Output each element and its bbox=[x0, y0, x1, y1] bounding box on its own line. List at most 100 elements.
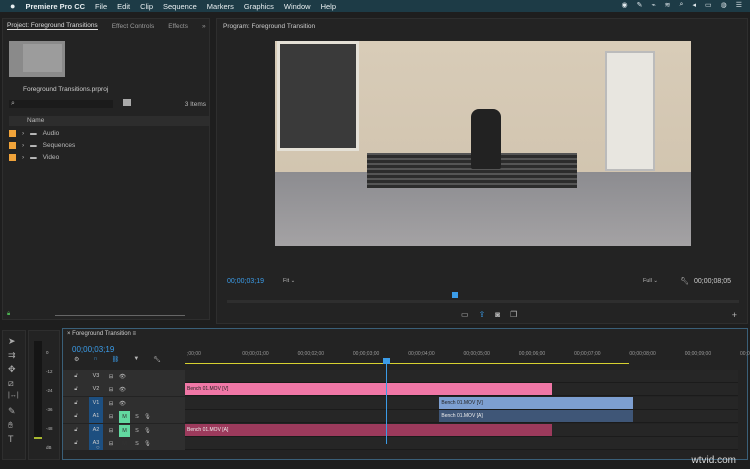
menu-help[interactable]: Help bbox=[321, 2, 336, 11]
lock-icon[interactable]: 🔓︎ bbox=[63, 386, 89, 393]
sync-lock-icon[interactable]: ⊟ bbox=[103, 414, 119, 420]
track-header-a1: 🔓︎ A1 ⊟ M S 🎙︎ bbox=[63, 410, 185, 423]
project-thumbnail bbox=[9, 41, 65, 77]
tab-effect-controls[interactable]: Effect Controls bbox=[112, 23, 155, 30]
menu-bar: ● Premiere Pro CC File Edit Clip Sequenc… bbox=[0, 0, 750, 12]
selection-tool-icon[interactable]: ➤ bbox=[8, 336, 16, 347]
lock-icon[interactable]: 🔓︎ bbox=[63, 440, 89, 447]
add-button[interactable]: + bbox=[732, 310, 737, 320]
menu-graphics[interactable]: Graphics bbox=[244, 2, 274, 11]
new-bin-icon[interactable] bbox=[123, 99, 131, 106]
add-marker-icon[interactable]: ▼ bbox=[133, 356, 139, 363]
notification-icon[interactable]: ☰ bbox=[736, 1, 742, 9]
sync-lock-icon[interactable]: ⊟ bbox=[103, 401, 119, 407]
menu-markers[interactable]: Markers bbox=[207, 2, 234, 11]
solo-button[interactable]: S bbox=[130, 414, 144, 420]
track-target-toggle[interactable]: A2 bbox=[89, 424, 103, 437]
snap-icon[interactable]: ∩ bbox=[93, 356, 97, 363]
ruler-tick-label: 00;00;07;00 bbox=[574, 351, 601, 357]
timeline-tab[interactable]: × Foreground Transition ≡ bbox=[67, 331, 136, 337]
timeline-horizontal-scrollbar[interactable]: ○ bbox=[96, 444, 376, 451]
sync-lock-icon[interactable]: ⊟ bbox=[103, 428, 119, 434]
app-menu[interactable]: Premiere Pro CC bbox=[25, 2, 85, 11]
timeline-settings-icon[interactable]: 🔧︎ bbox=[153, 356, 161, 363]
zoom-slider[interactable] bbox=[55, 315, 185, 316]
menu-file[interactable]: File bbox=[95, 2, 107, 11]
fit-dropdown[interactable]: Fit ⌄ bbox=[283, 278, 313, 284]
menu-window[interactable]: Window bbox=[284, 2, 311, 11]
battery-icon[interactable]: ▭ bbox=[705, 1, 712, 9]
hand-tool-icon[interactable]: ✋︎ bbox=[8, 420, 13, 431]
lock-icon[interactable]: 🔓︎ bbox=[63, 373, 89, 380]
lock-icon[interactable]: 🔒︎ bbox=[7, 311, 10, 318]
tray-pen-icon[interactable]: ✎ bbox=[637, 1, 643, 9]
export-icon[interactable]: ⇪ bbox=[479, 310, 486, 319]
type-tool-icon[interactable]: T bbox=[8, 434, 14, 444]
camera-icon[interactable]: ◙ bbox=[495, 310, 500, 319]
tray-app-icon[interactable]: ◉ bbox=[621, 1, 627, 9]
sync-lock-icon[interactable]: ⊟ bbox=[103, 387, 119, 393]
project-search-input[interactable]: ⌕ bbox=[9, 100, 113, 108]
more-panels-button[interactable]: » bbox=[202, 23, 206, 30]
bin-sequences[interactable]: › ▬ Sequences bbox=[9, 139, 209, 151]
microphone-icon[interactable]: 🎙︎ bbox=[144, 414, 151, 420]
project-panel: Project: Foreground Transitions Effect C… bbox=[2, 18, 210, 320]
lock-icon[interactable]: 🔓︎ bbox=[63, 427, 89, 434]
volume-icon[interactable]: ◂ bbox=[692, 1, 696, 9]
eye-icon[interactable]: 👁︎ bbox=[119, 374, 126, 380]
search-icon[interactable]: ⌕ bbox=[680, 1, 684, 9]
ripple-edit-tool-icon[interactable]: ✥ bbox=[8, 364, 16, 375]
lock-icon[interactable]: 🔓︎ bbox=[63, 400, 89, 407]
lift-icon[interactable]: ▭ bbox=[461, 310, 469, 319]
track-target-toggle[interactable]: V1 bbox=[89, 397, 103, 410]
slip-tool-icon[interactable]: |↔| bbox=[8, 392, 19, 399]
program-monitor-title[interactable]: Program: Foreground Transition bbox=[223, 23, 315, 30]
timeline-clip[interactable]: Bench 01.MOV [V] bbox=[439, 397, 633, 409]
folder-icon: ▬ bbox=[30, 153, 37, 161]
watermark: wtvid.com bbox=[691, 455, 736, 466]
time-ruler[interactable]: ;00;00 00;00;01;00 00;00;02;00 00;00;03;00 0… bbox=[185, 349, 750, 366]
solo-button[interactable]: S bbox=[130, 428, 144, 434]
timeline-clip[interactable]: Bench 01.MOV [V] bbox=[185, 383, 552, 395]
mute-button[interactable]: M bbox=[119, 410, 130, 423]
compare-icon[interactable]: ❐ bbox=[510, 310, 517, 319]
video-frame bbox=[275, 41, 691, 246]
track-lane-v3[interactable] bbox=[185, 370, 738, 383]
bluetooth-icon[interactable]: ⌁ bbox=[651, 1, 655, 9]
settings-wrench-icon[interactable]: 🔧︎ bbox=[680, 277, 689, 285]
timeline-timecode[interactable]: 00;00;03;19 bbox=[72, 345, 114, 354]
bin-audio[interactable]: › ▬ Audio bbox=[9, 127, 209, 139]
tab-project[interactable]: Project: Foreground Transitions bbox=[7, 22, 98, 30]
quality-dropdown[interactable]: Full ⌄ bbox=[643, 278, 658, 284]
wifi-icon[interactable]: ≋ bbox=[665, 1, 671, 9]
program-playhead[interactable] bbox=[452, 292, 459, 298]
razor-tool-icon[interactable]: ⧄ bbox=[8, 378, 14, 389]
eye-icon[interactable]: 👁︎ bbox=[119, 387, 126, 393]
menu-clip[interactable]: Clip bbox=[140, 2, 153, 11]
program-scrubber[interactable] bbox=[227, 292, 739, 303]
track-target-toggle[interactable]: V2 bbox=[89, 383, 103, 396]
timeline-clip[interactable]: Bench 01.MOV [A] bbox=[185, 424, 552, 436]
pen-tool-icon[interactable]: ✎ bbox=[8, 406, 16, 417]
microphone-icon[interactable]: 🎙︎ bbox=[144, 428, 151, 434]
program-current-timecode[interactable]: 00;00;03;19 bbox=[227, 278, 264, 285]
menu-edit[interactable]: Edit bbox=[117, 2, 130, 11]
track-target-toggle[interactable]: V3 bbox=[89, 370, 103, 383]
track-target-toggle[interactable]: A1 bbox=[89, 410, 103, 423]
timeline-clip[interactable]: Bench 01.MOV [A] bbox=[439, 410, 633, 422]
bin-video[interactable]: › ▬ Video bbox=[9, 151, 209, 163]
apple-menu[interactable]: ● bbox=[10, 1, 15, 11]
linked-selection-icon[interactable]: ⛓ bbox=[112, 356, 120, 363]
column-header-name[interactable]: Name bbox=[9, 116, 209, 126]
sync-lock-icon[interactable]: ⊟ bbox=[103, 374, 119, 380]
eye-icon[interactable]: 👁︎ bbox=[119, 401, 126, 407]
track-select-tool-icon[interactable]: ⇉ bbox=[8, 350, 16, 361]
menu-sequence[interactable]: Sequence bbox=[163, 2, 197, 11]
mute-button[interactable]: M bbox=[119, 424, 130, 437]
timeline-playhead[interactable] bbox=[382, 358, 390, 444]
work-area-bar[interactable] bbox=[185, 363, 629, 364]
nest-icon[interactable]: ⚙ bbox=[74, 356, 79, 363]
siri-icon[interactable]: ◍ bbox=[721, 1, 727, 9]
tab-effects[interactable]: Effects bbox=[168, 23, 188, 30]
lock-icon[interactable]: 🔓︎ bbox=[63, 413, 89, 420]
